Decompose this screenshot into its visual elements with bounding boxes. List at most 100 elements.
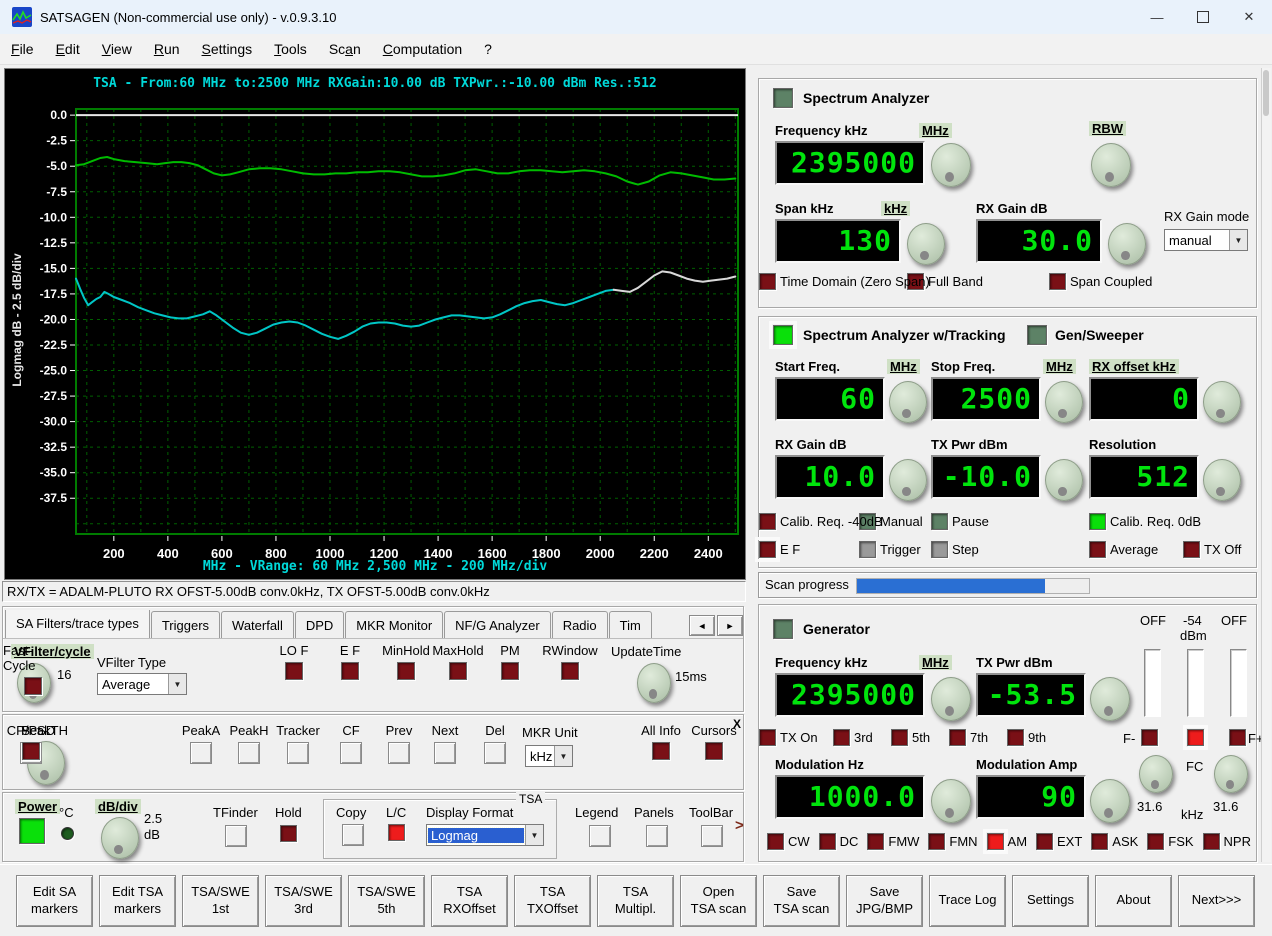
panels-button[interactable] — [646, 825, 668, 847]
mod-mode-checkbox[interactable] — [867, 833, 885, 850]
tracking-checkbox[interactable] — [1183, 541, 1200, 558]
sa-frequency-knob[interactable] — [931, 143, 971, 187]
toolbar-button[interactable]: TSA/SWE 1st — [182, 874, 259, 927]
resolution-knob[interactable] — [1203, 459, 1241, 501]
copy-button[interactable] — [342, 824, 364, 846]
toolbar-button[interactable]: TSA/SWE 5th — [348, 874, 425, 927]
filter-checkbox[interactable] — [449, 662, 467, 680]
sa-checkbox[interactable] — [1049, 273, 1066, 290]
toolbar-button[interactable]: Next>>> — [1178, 874, 1255, 927]
gen-tx-pwr-knob[interactable] — [1090, 677, 1130, 721]
tab-scroll-right-button[interactable]: ► — [717, 615, 743, 636]
vertical-scrollbar[interactable] — [1261, 68, 1271, 862]
tab[interactable]: Radio — [551, 611, 608, 638]
mod-mode-checkbox[interactable] — [982, 829, 1008, 854]
tracking-checkbox[interactable] — [931, 513, 948, 530]
menu-item[interactable]: Scan — [318, 37, 372, 61]
toolbar-button[interactable]: About — [1095, 874, 1172, 927]
mod-mode-checkbox[interactable] — [767, 833, 784, 850]
toolbar-button[interactable]: TSA TXOffset — [514, 874, 591, 927]
toolbar-button[interactable]: TSA Multipl. — [597, 874, 674, 927]
mod-mode-checkbox[interactable] — [1036, 833, 1054, 850]
rx-offset-knob[interactable] — [1203, 381, 1241, 423]
rx-offset-label[interactable]: RX offset kHz — [1089, 359, 1179, 374]
tab[interactable]: SA Filters/trace types — [5, 610, 150, 638]
tab[interactable]: Waterfall — [221, 611, 294, 638]
filter-checkbox[interactable] — [285, 662, 303, 680]
sa-frequency-unit-button[interactable]: MHz — [919, 123, 952, 138]
start-freq-knob[interactable] — [889, 381, 927, 423]
tab[interactable]: NF/G Analyzer — [444, 611, 551, 638]
fc-checkbox[interactable] — [1183, 725, 1208, 750]
tracking-checkbox[interactable] — [1089, 513, 1106, 530]
power-label[interactable]: Power — [15, 799, 61, 814]
gen-frequency-unit-button[interactable]: MHz — [919, 655, 952, 670]
power-button[interactable] — [19, 818, 45, 844]
tab[interactable]: DPD — [294, 611, 345, 638]
lc-checkbox[interactable] — [388, 824, 405, 841]
filter-checkbox[interactable] — [501, 662, 519, 680]
harmonic-checkbox[interactable] — [891, 729, 908, 746]
filter-checkbox[interactable] — [341, 662, 359, 680]
mod-amp-knob[interactable] — [1090, 779, 1130, 823]
menu-item[interactable]: ? — [473, 37, 503, 61]
tfinder-button[interactable] — [225, 825, 247, 847]
legend-button[interactable] — [589, 825, 611, 847]
marker-checkbox[interactable] — [652, 742, 670, 760]
marker-button[interactable] — [340, 742, 362, 764]
menu-item[interactable]: Edit — [45, 37, 91, 61]
f-plus-checkbox[interactable] — [1229, 729, 1246, 746]
filter-checkbox[interactable] — [561, 662, 579, 680]
harmonic-checkbox[interactable] — [759, 729, 776, 746]
level-meter-right[interactable] — [1230, 649, 1247, 717]
harmonic-checkbox[interactable] — [949, 729, 966, 746]
tracking-checkbox[interactable] — [859, 541, 876, 558]
gen-frequency-knob[interactable] — [931, 677, 971, 721]
display-format-dropdown[interactable]: Logmag ▼ — [426, 824, 544, 846]
panel-close-button[interactable]: X — [733, 717, 741, 731]
tab-scroll-left-button[interactable]: ◄ — [689, 615, 715, 636]
mod-mode-checkbox[interactable] — [1091, 833, 1109, 850]
tab[interactable]: Triggers — [150, 611, 221, 638]
menu-item[interactable]: View — [91, 37, 143, 61]
mod-mode-checkbox[interactable] — [1202, 833, 1220, 850]
toolbar-button[interactable]: Trace Log — [929, 874, 1006, 927]
stop-freq-unit-button[interactable]: MHz — [1043, 359, 1076, 374]
level-meter-mid[interactable] — [1187, 649, 1204, 717]
dbdiv-knob[interactable] — [101, 817, 139, 859]
tsa-plot[interactable]: 200 400 600 800 1000 1200 1400 1600 1800 2000 2200… — [5, 69, 745, 579]
menu-item[interactable]: Computation — [372, 37, 473, 61]
hold-checkbox[interactable] — [280, 825, 297, 842]
maximize-button[interactable] — [1180, 0, 1226, 34]
menu-item[interactable]: File — [0, 37, 45, 61]
sa-rx-gain-mode-dropdown[interactable]: manual ▼ — [1164, 229, 1248, 251]
toolbar-button[interactable]: TSA RXOffset — [431, 874, 508, 927]
tracking-enable-checkbox[interactable] — [769, 321, 797, 349]
spectrum-analyzer-enable-checkbox[interactable] — [773, 88, 793, 108]
minimize-button[interactable]: — — [1134, 0, 1180, 34]
sa-rx-gain-knob[interactable] — [1108, 223, 1146, 265]
toolbar-button[interactable]: Edit SA markers — [16, 874, 93, 927]
sa-checkbox[interactable] — [759, 273, 776, 290]
tracking-checkbox[interactable] — [759, 513, 776, 530]
expand-arrow-icon[interactable]: > — [735, 817, 744, 834]
harmonic-checkbox[interactable] — [833, 729, 850, 746]
tracking-checkbox[interactable] — [755, 537, 780, 562]
sa-rbw-knob[interactable] — [1091, 143, 1131, 187]
level-meter-left[interactable] — [1144, 649, 1161, 717]
toolbar-button[interactable]: Open TSA scan — [680, 874, 757, 927]
marker-button[interactable] — [388, 742, 410, 764]
mod-mode-checkbox[interactable] — [1147, 833, 1165, 850]
trk-tx-pwr-knob[interactable] — [1045, 459, 1083, 501]
sa-rbw-label[interactable]: RBW — [1089, 121, 1127, 136]
f-minus-checkbox[interactable] — [1141, 729, 1158, 746]
menu-item[interactable]: Settings — [191, 37, 264, 61]
mod-mode-checkbox[interactable] — [928, 833, 946, 850]
harmonic-checkbox[interactable] — [1007, 729, 1024, 746]
scrollbar-thumb[interactable] — [1263, 70, 1269, 116]
close-button[interactable]: ✕ — [1226, 0, 1272, 34]
mod-hz-knob[interactable] — [931, 779, 971, 823]
generator-enable-checkbox[interactable] — [773, 619, 793, 639]
menu-item[interactable]: Tools — [263, 37, 318, 61]
dbdiv-label[interactable]: dB/div — [95, 799, 141, 814]
